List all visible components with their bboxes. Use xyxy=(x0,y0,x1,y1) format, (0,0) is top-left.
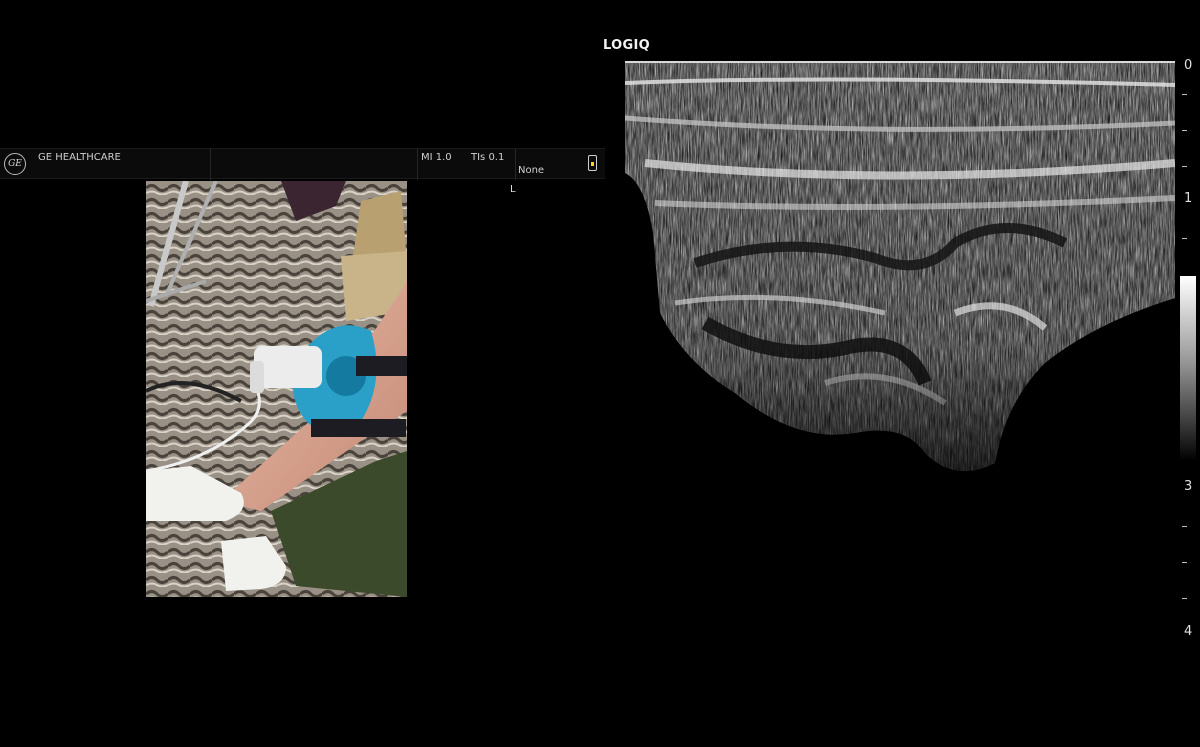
divider xyxy=(515,149,516,180)
depth-tick xyxy=(1182,562,1187,563)
depth-tick xyxy=(1182,94,1187,95)
probe-photo xyxy=(146,181,407,597)
brand-title: LOGIQ xyxy=(603,38,650,53)
orientation-marker: L xyxy=(510,184,516,195)
depth-label-0: 0 xyxy=(1184,58,1193,73)
info-bar: GE GE HEALTHCARE MI 1.0 TIs 0.1 None xyxy=(0,148,605,180)
tis-value: TIs 0.1 xyxy=(471,152,505,163)
depth-tick xyxy=(1182,598,1187,599)
grayscale-bar xyxy=(1180,276,1196,461)
ultrasound-illustration xyxy=(625,63,1175,693)
depth-tick xyxy=(1182,526,1187,527)
depth-tick xyxy=(1182,166,1187,167)
depth-tick xyxy=(1182,238,1187,239)
preset-value: None xyxy=(518,165,545,176)
depth-label-4: 4 xyxy=(1184,624,1193,639)
divider xyxy=(417,149,418,180)
depth-label-1: 1 xyxy=(1184,191,1193,206)
depth-label-3: 3 xyxy=(1184,479,1193,494)
company-name: GE HEALTHCARE xyxy=(38,152,121,163)
divider xyxy=(210,149,211,180)
ge-logo-icon: GE xyxy=(4,153,26,175)
depth-tick xyxy=(1182,130,1187,131)
mi-value: MI 1.0 xyxy=(421,152,452,163)
ultrasound-image xyxy=(625,63,1175,693)
probe-photo-illustration xyxy=(146,181,407,597)
battery-icon xyxy=(588,155,597,171)
